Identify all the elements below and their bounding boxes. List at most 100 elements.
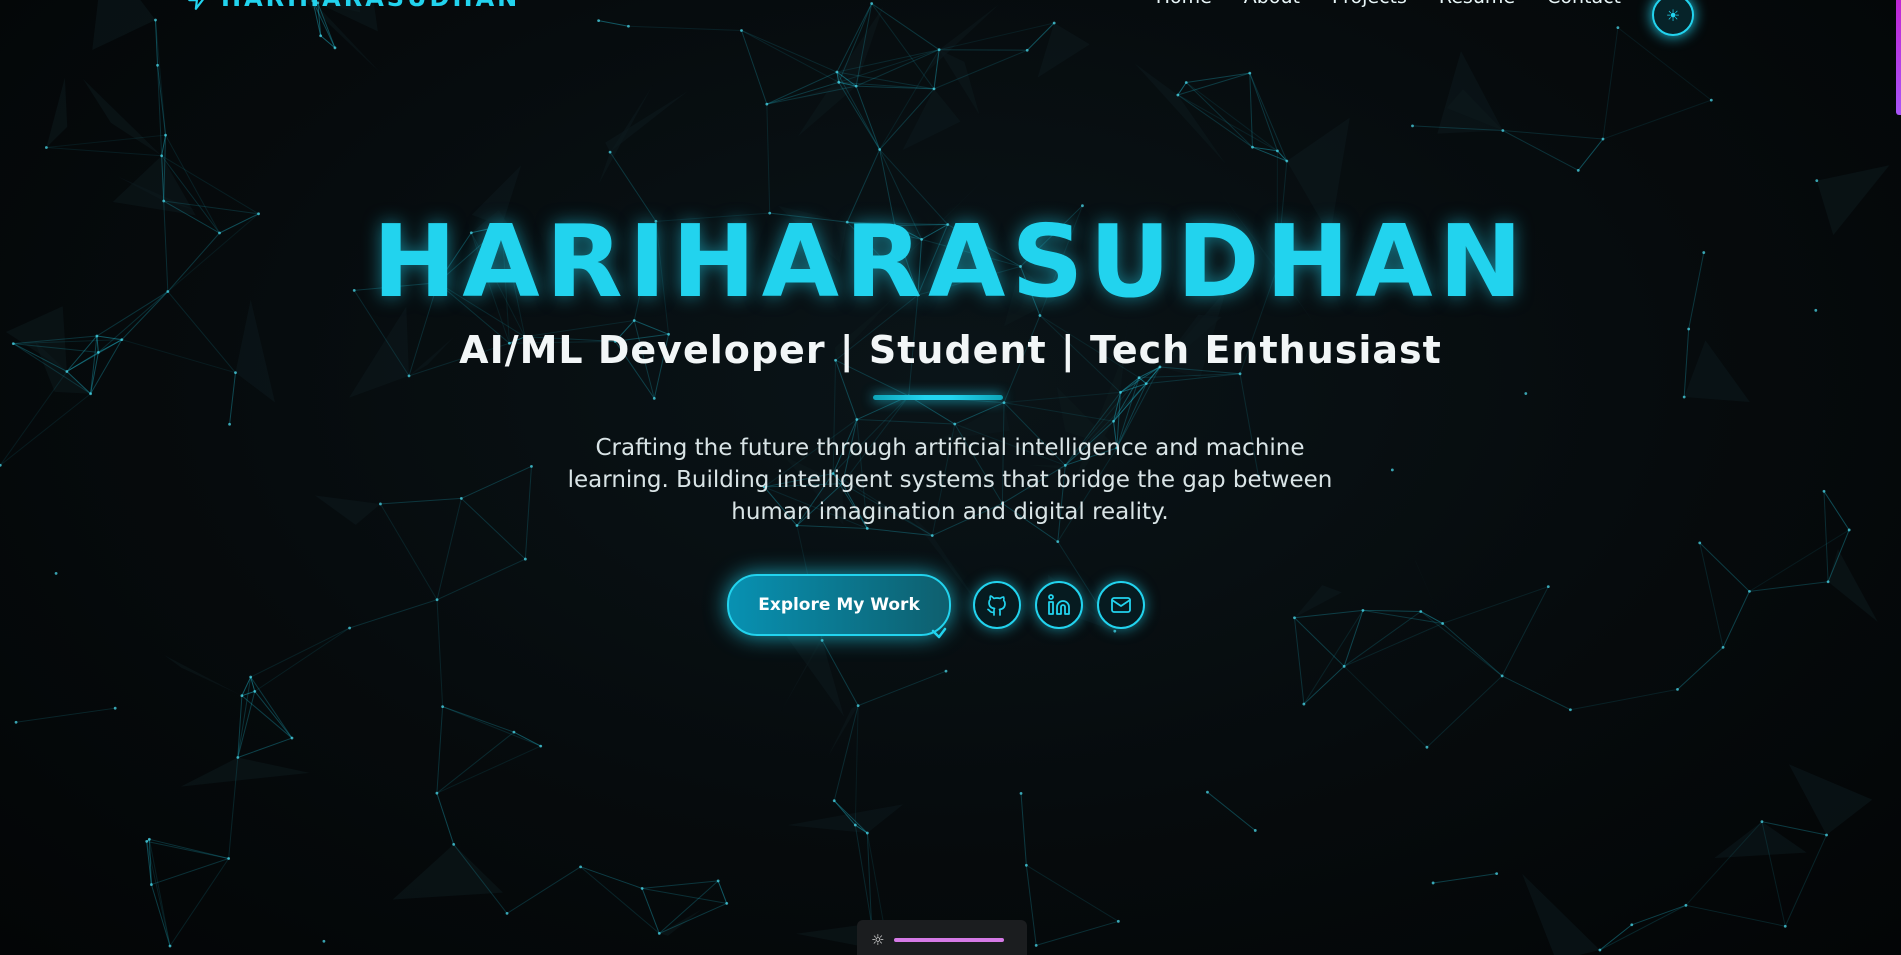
network-node: [227, 857, 231, 860]
network-line: [1685, 904, 1786, 927]
network-node: [1411, 124, 1414, 128]
network-line: [1343, 622, 1443, 667]
network-line: [442, 706, 541, 747]
network-node: [1546, 585, 1550, 589]
network-line: [1294, 617, 1345, 667]
network-node: [1569, 708, 1572, 712]
nav-link-contact[interactable]: Contact: [1547, 0, 1621, 8]
network-node: [1524, 392, 1528, 395]
network-node: [435, 791, 439, 795]
network-node: [1238, 372, 1242, 376]
background-shape: [787, 804, 904, 834]
network-node: [1112, 419, 1115, 423]
explore-work-button[interactable]: Explore My Work: [727, 574, 951, 636]
linkedin-button[interactable]: [1035, 581, 1083, 629]
network-node: [1425, 745, 1429, 749]
network-line: [939, 22, 1055, 51]
network-line: [838, 82, 881, 150]
network-line: [1186, 72, 1250, 83]
network-node: [627, 24, 630, 28]
network-node: [1783, 924, 1787, 928]
network-node: [1251, 145, 1254, 149]
network-node: [1025, 48, 1029, 52]
network-node: [1500, 674, 1504, 678]
network-line: [0, 371, 68, 466]
nav-link-about[interactable]: About: [1244, 0, 1300, 8]
network-line: [241, 695, 293, 739]
network-line: [1420, 611, 1503, 677]
network-node: [1176, 93, 1180, 97]
network-node: [740, 29, 743, 32]
network-node: [435, 598, 439, 602]
network-node: [765, 102, 769, 106]
network-node: [1184, 81, 1188, 84]
network-line: [442, 706, 515, 733]
bottom-toolbar: ☼: [857, 920, 1027, 955]
network-node: [1815, 179, 1819, 183]
network-node: [113, 706, 117, 710]
network-line: [46, 146, 162, 157]
network-line: [1602, 99, 1712, 140]
network-node: [944, 669, 948, 673]
network-line: [1426, 675, 1503, 748]
nav-link-home[interactable]: Home: [1156, 0, 1212, 8]
nav-link-projects[interactable]: Projects: [1332, 0, 1407, 8]
network-line: [580, 866, 643, 889]
network-node: [1441, 622, 1445, 625]
network-node: [1419, 610, 1423, 613]
network-line: [150, 884, 171, 947]
network-line: [855, 49, 940, 87]
hero-description: Crafting the future through artificial i…: [567, 435, 1333, 525]
network-node: [1822, 489, 1826, 493]
brand-name: HARIHARASUDHAN: [221, 0, 520, 12]
brightness-icon[interactable]: ☼: [871, 931, 884, 949]
network-line: [250, 627, 350, 678]
network-node: [512, 730, 516, 734]
network-node: [228, 422, 231, 426]
network-line: [1823, 491, 1850, 531]
network-node: [1825, 833, 1828, 837]
network-node: [249, 675, 253, 679]
network-node: [640, 887, 644, 890]
network-node: [716, 879, 720, 883]
email-button[interactable]: [1097, 581, 1145, 629]
network-node: [856, 704, 860, 708]
network-line: [254, 627, 350, 692]
network-node: [1576, 168, 1580, 172]
network-line: [1020, 793, 1027, 866]
network-node: [1293, 616, 1296, 620]
network-node: [1630, 923, 1634, 927]
network-line: [169, 858, 230, 947]
github-button[interactable]: [973, 581, 1021, 629]
network-line: [237, 676, 252, 758]
network-line: [250, 676, 293, 739]
network-node: [1302, 702, 1306, 706]
network-line: [524, 466, 532, 560]
network-node: [253, 689, 257, 693]
network-node: [459, 497, 463, 500]
network-node: [1748, 589, 1751, 593]
network-line: [1293, 617, 1305, 705]
network-line: [254, 691, 293, 739]
network-node: [290, 736, 294, 740]
network-node: [597, 19, 601, 23]
network-line: [1036, 920, 1119, 946]
network-node: [1119, 390, 1122, 394]
network-line: [146, 841, 171, 947]
network-line: [436, 706, 444, 794]
nav-link-resume[interactable]: Resume: [1439, 0, 1515, 8]
network-node: [1676, 687, 1679, 691]
network-line: [854, 705, 859, 826]
network-node: [407, 374, 411, 378]
brightness-slider[interactable]: [894, 938, 1005, 942]
hero-subtitle: AI/ML Developer | Student | Tech Enthusi…: [459, 328, 1442, 372]
github-icon: [987, 595, 1006, 616]
background-shape: [1294, 585, 1342, 618]
network-node: [14, 720, 18, 724]
network-line: [1631, 904, 1687, 926]
network-line: [1749, 581, 1829, 592]
network-node: [1698, 541, 1702, 545]
network-line: [1303, 610, 1364, 705]
brand-logo[interactable]: HARIHARASUDHAN: [185, 0, 520, 12]
network-node: [156, 63, 159, 67]
